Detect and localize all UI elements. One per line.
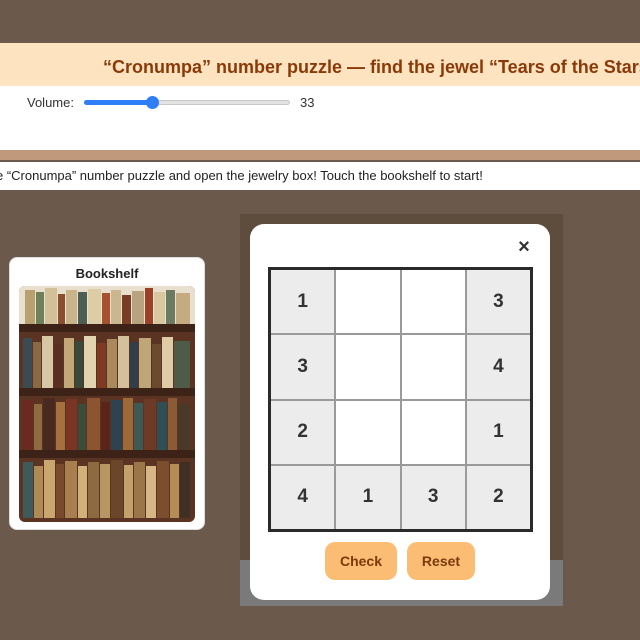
bookshelf-image[interactable]	[19, 286, 195, 522]
volume-slider-thumb[interactable]	[146, 96, 159, 109]
page-title: “Cronumpa” number puzzle — find the jewe…	[103, 57, 640, 77]
volume-value: 33	[300, 95, 315, 110]
divider-strip	[0, 150, 640, 160]
grid-cell: 1	[336, 465, 400, 529]
grid-cell: 3	[271, 335, 335, 399]
grid-cell[interactable]	[336, 270, 400, 334]
puzzle-grid: 1334214132	[268, 267, 533, 532]
volume-label: Volume:	[27, 95, 74, 110]
volume-panel	[0, 86, 640, 150]
volume-slider-fill	[84, 100, 152, 105]
grid-cell[interactable]	[401, 400, 465, 464]
reset-button[interactable]: Reset	[407, 542, 475, 580]
grid-cell: 4	[466, 335, 530, 399]
grid-cell: 2	[271, 400, 335, 464]
grid-cell[interactable]	[401, 270, 465, 334]
check-button[interactable]: Check	[325, 542, 397, 580]
grid-cell: 3	[401, 465, 465, 529]
grid-cell: 1	[466, 400, 530, 464]
grid-cell[interactable]	[401, 335, 465, 399]
grid-cell[interactable]	[336, 400, 400, 464]
grid-cell: 3	[466, 270, 530, 334]
grid-cell[interactable]	[336, 335, 400, 399]
grid-cell: 2	[466, 465, 530, 529]
instruction-text: e “Cronumpa” number puzzle and open the …	[0, 168, 483, 183]
bookshelf-title: Bookshelf	[75, 266, 139, 281]
grid-cell: 4	[271, 465, 335, 529]
grid-cell: 1	[271, 270, 335, 334]
close-icon[interactable]: ×	[514, 236, 534, 258]
